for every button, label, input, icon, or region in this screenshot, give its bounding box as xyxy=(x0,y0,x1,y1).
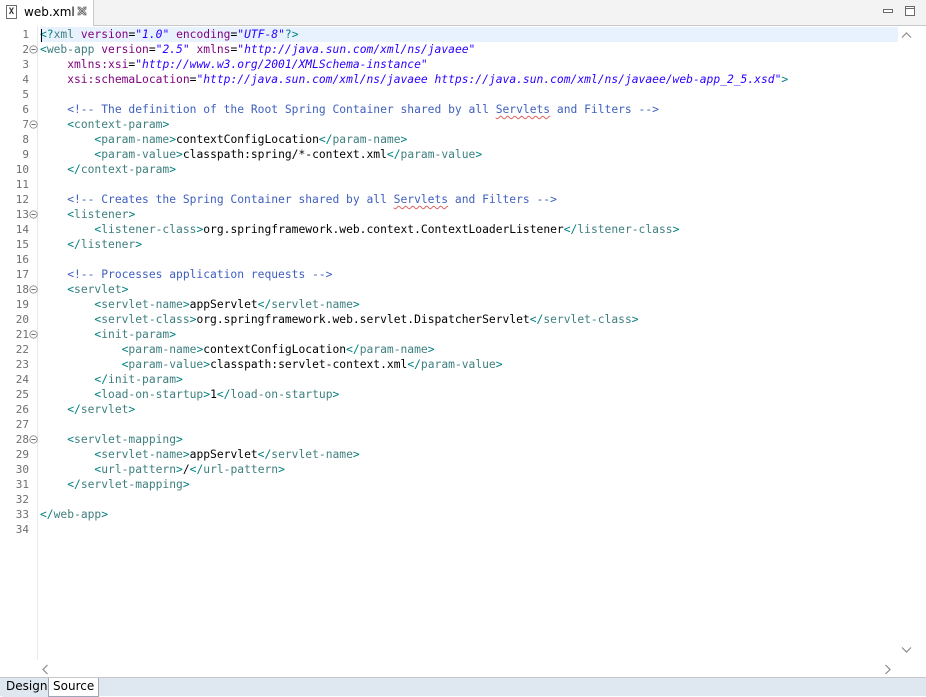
scroll-right-arrow-icon[interactable] xyxy=(884,664,892,675)
line-number: 20 xyxy=(15,313,29,326)
line-number: 26 xyxy=(15,403,29,416)
tab-design[interactable]: Design xyxy=(2,678,53,697)
line-number: 24 xyxy=(15,373,29,386)
editor-tab-bar: X web.xml xyxy=(0,0,926,26)
code-line: <init-param> xyxy=(40,328,177,341)
line-number: 30 xyxy=(15,463,29,476)
text-caret xyxy=(41,29,42,42)
line-number: 4 xyxy=(22,73,29,86)
code-line: <!-- Processes application requests --> xyxy=(40,268,333,281)
close-icon[interactable] xyxy=(76,5,88,17)
code-line: <load-on-startup>1</load-on-startup> xyxy=(40,388,340,401)
line-number: 23 xyxy=(15,358,29,371)
code-line: xsi:schemaLocation="http://java.sun.com/… xyxy=(40,73,789,86)
code-line: <url-pattern>/</url-pattern> xyxy=(40,463,285,476)
line-number: 7 xyxy=(22,118,29,131)
line-number: 28 xyxy=(15,433,29,446)
code-line: <servlet-mapping> xyxy=(40,433,183,446)
line-number: 19 xyxy=(15,298,29,311)
line-number: 5 xyxy=(22,88,29,101)
line-number: 22 xyxy=(15,343,29,356)
line-number: 15 xyxy=(15,238,29,251)
code-line: <context-param> xyxy=(40,118,170,131)
code-line: <servlet-class>org.springframework.web.s… xyxy=(40,313,639,326)
code-line: <!-- The definition of the Root Spring C… xyxy=(40,103,659,116)
line-number: 21 xyxy=(15,328,29,341)
scroll-down-arrow-icon[interactable] xyxy=(901,646,912,654)
code-area[interactable]: <?xml version="1.0" encoding="UTF-8"?> <w… xyxy=(40,26,898,660)
code-line: </context-param> xyxy=(40,163,177,176)
minimize-icon[interactable] xyxy=(882,5,894,17)
code-line: <param-value>classpath:spring/*-context.… xyxy=(40,148,483,161)
code-line: </init-param> xyxy=(40,373,183,386)
code-line: <servlet> xyxy=(40,283,129,296)
code-line: <servlet-name>appServlet</servlet-name> xyxy=(40,448,360,461)
editor-mode-tabs: Design Source xyxy=(0,677,926,697)
line-number: 13 xyxy=(15,208,29,221)
code-line: </listener> xyxy=(40,238,143,251)
line-number: 34 xyxy=(15,523,29,536)
tab-title: web.xml xyxy=(24,5,75,19)
scroll-left-arrow-icon[interactable] xyxy=(41,664,49,675)
line-number: 8 xyxy=(22,133,29,146)
line-number-gutter: 1 2 3 4 5 6 7 8 9 10 11 12 13 14 15 16 17 18 19 20 21 22 23 24 2… xyxy=(0,26,38,660)
fold-collapse-icon[interactable] xyxy=(29,330,38,339)
code-line: <listener> xyxy=(40,208,136,221)
xml-file-icon: X xyxy=(6,5,17,19)
line-number: 32 xyxy=(15,493,29,506)
line-number: 11 xyxy=(15,178,29,191)
fold-collapse-icon[interactable] xyxy=(29,285,38,294)
fold-collapse-icon[interactable] xyxy=(29,210,38,219)
code-line: <param-value>classpath:servlet-context.x… xyxy=(40,358,503,371)
line-number: 2 xyxy=(22,43,29,56)
line-number: 6 xyxy=(22,103,29,116)
code-line: <?xml version="1.0" encoding="UTF-8"?> xyxy=(40,27,898,42)
line-number: 12 xyxy=(15,193,29,206)
code-line: <web-app version="2.5" xmlns="http://jav… xyxy=(40,43,476,56)
code-line: </web-app> xyxy=(40,508,109,521)
line-number: 29 xyxy=(15,448,29,461)
line-number: 17 xyxy=(15,268,29,281)
maximize-icon[interactable] xyxy=(904,5,916,17)
tab-web-xml[interactable]: X web.xml xyxy=(0,0,94,26)
line-number: 10 xyxy=(15,163,29,176)
horizontal-scrollbar[interactable] xyxy=(38,660,898,677)
scrollbar-corner xyxy=(898,660,926,678)
code-line: xmlns:xsi="http://www.w3.org/2001/XMLSch… xyxy=(40,58,428,71)
vertical-scrollbar[interactable] xyxy=(898,26,915,660)
line-number: 14 xyxy=(15,223,29,236)
code-line: </servlet-mapping> xyxy=(40,478,190,491)
line-number: 16 xyxy=(15,253,29,266)
code-line: <servlet-name>appServlet</servlet-name> xyxy=(40,298,360,311)
code-line: <param-name>contextConfigLocation</param… xyxy=(40,343,435,356)
line-number: 25 xyxy=(15,388,29,401)
code-line: <listener-class>org.springframework.web.… xyxy=(40,223,680,236)
line-number: 9 xyxy=(22,148,29,161)
fold-collapse-icon[interactable] xyxy=(29,435,38,444)
xml-source-editor[interactable]: 1 2 3 4 5 6 7 8 9 10 11 12 13 14 15 16 17 18 19 20 21 22 23 24 2… xyxy=(0,26,926,678)
fold-collapse-icon[interactable] xyxy=(29,45,38,54)
line-number: 18 xyxy=(15,283,29,296)
fold-collapse-icon[interactable] xyxy=(29,120,38,129)
line-number: 3 xyxy=(22,58,29,71)
line-number: 1 xyxy=(22,28,29,41)
scroll-up-arrow-icon[interactable] xyxy=(901,31,912,39)
line-number: 31 xyxy=(15,478,29,491)
line-number: 33 xyxy=(15,508,29,521)
line-number: 27 xyxy=(15,418,29,431)
code-line: <!-- Creates the Spring Container shared… xyxy=(40,193,557,206)
code-line: <param-name>contextConfigLocation</param… xyxy=(40,133,408,146)
tab-source[interactable]: Source xyxy=(48,678,100,697)
code-line: </servlet> xyxy=(40,403,136,416)
